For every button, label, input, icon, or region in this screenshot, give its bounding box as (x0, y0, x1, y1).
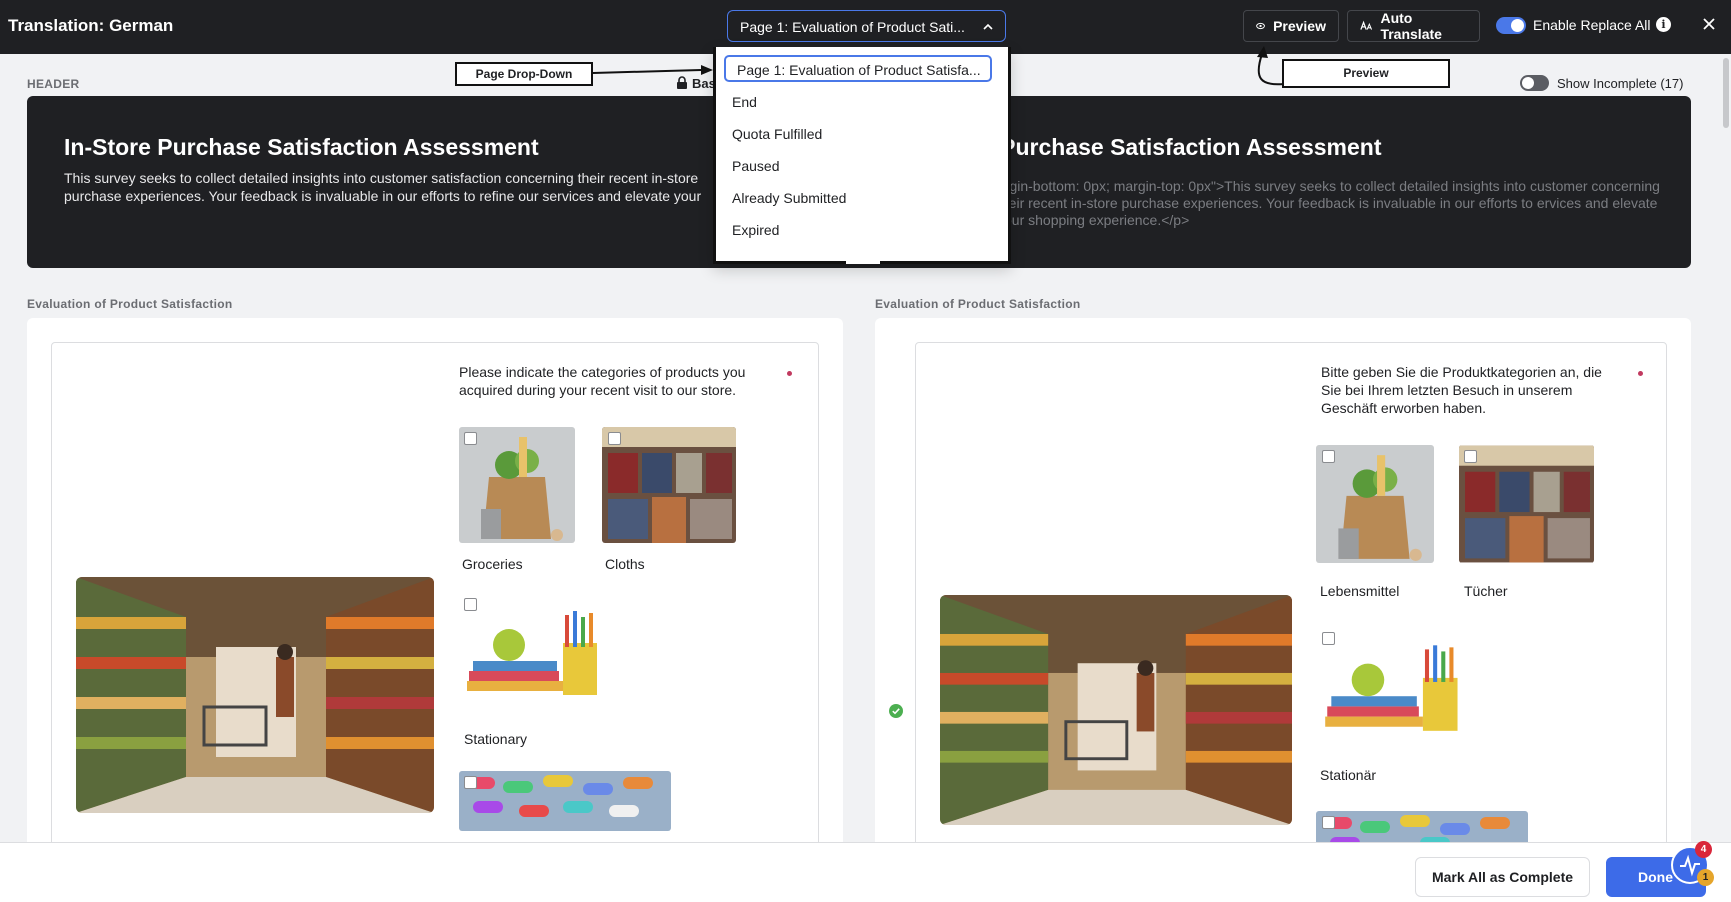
option-checkbox-medicine[interactable] (464, 776, 477, 789)
show-incomplete-label: Show Incomplete (17) (1557, 76, 1684, 91)
page-title: Translation: German (8, 16, 174, 35)
option-image-cloths[interactable] (602, 427, 736, 543)
option-label-lebensmittel[interactable]: Lebensmittel (1320, 583, 1399, 599)
question-text: Please indicate the categories of produc… (459, 364, 746, 398)
required-indicator (787, 371, 792, 376)
page-dropdown-menu: Page 1: Evaluation of Product Satisfa...… (713, 47, 1011, 264)
translated-survey-description[interactable]: argin-bottom: 0px; margin-top: 0px">This… (997, 178, 1687, 229)
base-language-panel: Please indicate the categories of produc… (27, 318, 843, 902)
option-image-tucher[interactable] (1459, 445, 1594, 563)
footer-bar: Mark All as Complete Done (0, 842, 1731, 902)
option-image-medicine[interactable] (459, 771, 671, 831)
page-scrollbar-thumb[interactable] (1723, 58, 1729, 128)
option-checkbox-lebensmittel[interactable] (1322, 450, 1335, 463)
check-circle-icon (889, 704, 903, 718)
notification-badge: 4 (1695, 841, 1712, 858)
option-checkbox-stationar[interactable] (1322, 632, 1335, 645)
option-checkbox-stationary[interactable] (464, 598, 477, 611)
warning-badge: 1 (1697, 869, 1714, 886)
translate-icon (1360, 20, 1373, 30)
preview-button[interactable]: Preview (1243, 10, 1339, 42)
enable-replace-all-label: Enable Replace All (1533, 17, 1651, 33)
top-bar: Translation: German Page 1: Evaluation o… (0, 0, 1731, 54)
page-scrollbar[interactable] (1721, 54, 1731, 842)
eye-icon (1256, 22, 1265, 30)
translation-panel: Bitte geben Sie die Produktkategorien an… (875, 318, 1691, 902)
store-aisle-image (940, 595, 1292, 825)
auto-translate-button[interactable]: Auto Translate (1347, 10, 1480, 42)
option-label-stationary: Stationary (464, 731, 528, 747)
option-label-stationar[interactable]: Stationär (1320, 767, 1376, 783)
mark-all-complete-button[interactable]: Mark All as Complete (1415, 857, 1590, 897)
store-aisle-image (76, 577, 434, 813)
chevron-up-icon (983, 23, 993, 30)
dropdown-item-expired[interactable]: Expired (732, 222, 779, 238)
show-incomplete-toggle[interactable] (1520, 75, 1549, 91)
dropdown-item-page-1[interactable]: Page 1: Evaluation of Product Satisfa... (724, 55, 992, 82)
annotation-arrow-icon (1257, 46, 1285, 86)
option-image-stationar[interactable] (1316, 627, 1481, 741)
option-checkbox-groceries[interactable] (464, 432, 477, 445)
required-indicator (1638, 371, 1643, 376)
enable-replace-all-toggle[interactable] (1496, 17, 1526, 34)
option-checkbox-cloths[interactable] (608, 432, 621, 445)
page-select-value: Page 1: Evaluation of Product Sati... (740, 19, 965, 35)
annotation-preview: Preview (1282, 59, 1450, 88)
dropdown-item-end[interactable]: End (732, 94, 757, 110)
option-label-cloths: Cloths (605, 556, 645, 572)
dropdown-notch (846, 256, 880, 264)
dropdown-item-quota-fulfilled[interactable]: Quota Fulfilled (732, 126, 822, 142)
info-icon[interactable]: i (1656, 17, 1671, 32)
close-icon[interactable] (1701, 16, 1717, 32)
auto-translate-label: Auto Translate (1380, 10, 1442, 42)
page-select-dropdown[interactable]: Page 1: Evaluation of Product Sati... (727, 10, 1006, 42)
annotation-arrow-icon (593, 65, 713, 75)
header-section-label: HEADER (27, 77, 80, 91)
dropdown-item-paused[interactable]: Paused (732, 158, 779, 174)
option-checkbox-medicine[interactable] (1322, 816, 1335, 829)
option-checkbox-tucher[interactable] (1464, 450, 1477, 463)
base-survey-title: In-Store Purchase Satisfaction Assessmen… (64, 134, 539, 160)
annotation-page-dropdown: Page Drop-Down (455, 62, 593, 86)
option-label-groceries: Groceries (462, 556, 523, 572)
question-card: Please indicate the categories of produc… (51, 342, 819, 902)
translated-survey-title[interactable]: re Purchase Satisfaction Assessment (972, 134, 1382, 161)
right-section-label: Evaluation of Product Satisfaction (875, 297, 1081, 311)
left-section-label: Evaluation of Product Satisfaction (27, 297, 233, 311)
preview-button-label: Preview (1273, 18, 1326, 34)
option-label-tucher[interactable]: Tücher (1464, 583, 1508, 599)
base-survey-description: This survey seeks to collect detailed in… (64, 170, 702, 204)
dropdown-item-already-submitted[interactable]: Already Submitted (732, 190, 846, 206)
option-image-stationary[interactable] (459, 593, 619, 705)
translated-question-card: Bitte geben Sie die Produktkategorien an… (915, 342, 1667, 902)
translated-question-text[interactable]: Bitte geben Sie die Produktkategorien an… (1321, 363, 1621, 417)
